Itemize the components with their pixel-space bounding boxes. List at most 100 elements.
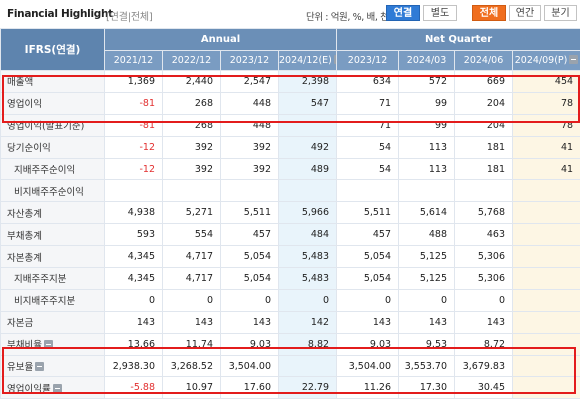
row-label-text: 지배주주지분 xyxy=(14,274,67,286)
table-cell: 0 xyxy=(220,288,279,312)
table-cell: 5,125 xyxy=(398,267,456,290)
table-cell: 5,054 xyxy=(336,267,400,290)
table-row: 부채총계 593 554 457 484 457 488 463 xyxy=(0,223,580,247)
row-label: 유보율 xyxy=(0,354,105,378)
table-row: 지배주주순이익 -12 392 392 489 54 113 181 41 xyxy=(0,157,580,181)
table-row: 유보율 2,938.30 3,268.52 3,504.00 3,504.00 3,553… xyxy=(0,354,580,378)
column-header: 2022/12 xyxy=(162,50,221,71)
table-cell: 3,553.70 xyxy=(398,354,456,378)
table-cell: 4,717 xyxy=(162,245,221,269)
table-cell xyxy=(220,179,279,203)
table-cell: -12 xyxy=(104,135,163,159)
table-cell: 71 xyxy=(336,91,400,115)
table-cell: 142 xyxy=(277,310,338,334)
table-cell: 4,717 xyxy=(162,267,221,290)
table-cell: 54 xyxy=(336,157,400,181)
table-cell: 0 xyxy=(398,288,456,312)
table-cell: 143 xyxy=(220,310,279,334)
row-label-text: 자본총계 xyxy=(7,252,42,264)
table-cell: 78 xyxy=(512,91,580,115)
table-cell: 4,938 xyxy=(104,201,163,225)
table-cell: 5,306 xyxy=(454,245,514,269)
table-cell: 488 xyxy=(398,223,456,247)
table-cell: 554 xyxy=(162,223,221,247)
row-label-text: 부채총계 xyxy=(7,230,42,242)
table-cell: 593 xyxy=(104,223,163,247)
ifrs-header: IFRS(연결) xyxy=(0,28,105,71)
info-icon[interactable] xyxy=(43,340,53,350)
table-cell: 5,966 xyxy=(277,201,338,225)
table-cell: 5,054 xyxy=(336,245,400,269)
row-label: 비지배주주순이익 xyxy=(0,179,105,203)
table-cell: 392 xyxy=(220,157,279,181)
table-cell xyxy=(512,267,580,290)
table-row: 영업이익(발표기준) -81 268 448 71 99 204 78 xyxy=(0,113,580,137)
table-cell: 2,440 xyxy=(162,70,221,93)
table-cell: 113 xyxy=(398,135,456,159)
table-cell xyxy=(512,223,580,247)
table-cell: 0 xyxy=(162,288,221,312)
annual-button[interactable]: 연간 xyxy=(509,5,541,21)
info-icon[interactable] xyxy=(35,362,45,372)
table-cell: 392 xyxy=(220,135,279,159)
quarter-button[interactable]: 분기 xyxy=(544,5,577,21)
table-cell xyxy=(162,179,221,203)
table-cell: 17.30 xyxy=(398,376,456,400)
table-cell: 2,547 xyxy=(220,70,279,93)
table-row: 자산총계 4,938 5,271 5,511 5,966 5,511 5,614 5,768 xyxy=(0,201,580,225)
table-cell: 8.72 xyxy=(454,332,514,356)
table-cell: 9.03 xyxy=(336,332,400,356)
table-cell: 669 xyxy=(454,70,514,93)
table-cell: 78 xyxy=(512,113,580,137)
table-cell: 143 xyxy=(104,310,163,334)
table-cell xyxy=(512,354,580,378)
table-cell: 5,054 xyxy=(220,267,279,290)
row-label-text: 매출액 xyxy=(7,77,34,89)
separate-button[interactable]: 별도 xyxy=(423,5,457,21)
row-label-text: 영업이익(발표기준) xyxy=(7,121,85,133)
table-cell xyxy=(277,113,338,137)
table-cell: 0 xyxy=(336,288,400,312)
table-cell xyxy=(512,179,580,203)
table-cell xyxy=(454,179,514,203)
table-cell xyxy=(277,179,338,203)
table-cell xyxy=(512,376,580,400)
table-cell xyxy=(512,201,580,225)
table-cell: 3,679.83 xyxy=(454,354,514,378)
table-cell: 572 xyxy=(398,70,456,93)
table-cell: 1,369 xyxy=(104,70,163,93)
row-label: 자본금 xyxy=(0,310,105,334)
table-cell: -12 xyxy=(104,157,163,181)
table-cell xyxy=(398,179,456,203)
table-cell xyxy=(336,179,400,203)
all-button[interactable]: 전체 xyxy=(472,5,506,21)
table-cell: 454 xyxy=(512,70,580,93)
table-cell: 99 xyxy=(398,113,456,137)
table-cell: 2,398 xyxy=(277,70,338,93)
row-label-text: 당기순이익 xyxy=(7,143,51,155)
table-cell: 143 xyxy=(336,310,400,334)
consolidated-button[interactable]: 연결 xyxy=(386,5,420,21)
row-label: 부채총계 xyxy=(0,223,105,247)
table-cell: 5,271 xyxy=(162,201,221,225)
table-cell: 54 xyxy=(336,135,400,159)
row-label-text: 비지배주주순이익 xyxy=(14,186,84,198)
table-cell xyxy=(512,288,580,312)
info-icon[interactable] xyxy=(52,383,62,393)
table-cell: 41 xyxy=(512,135,580,159)
table-cell: 5,306 xyxy=(454,267,514,290)
table-cell: 5,511 xyxy=(336,201,400,225)
table-cell: -81 xyxy=(104,113,163,137)
financial-highlight-header: Financial Highlight [연결|전체] 단위 : 억원, %, … xyxy=(0,0,580,27)
row-label-text: 지배주주순이익 xyxy=(14,165,76,176)
table-cell: 5,483 xyxy=(277,245,338,269)
column-header: 2023/12 xyxy=(220,50,279,71)
table-cell: 71 xyxy=(336,113,400,137)
table-row: 영업이익률 -5.88 10.97 17.60 22.79 11.26 17.30 30.45 xyxy=(0,376,580,400)
table-cell: 457 xyxy=(220,223,279,247)
row-label-text: 부채비율 xyxy=(7,340,42,352)
info-icon[interactable] xyxy=(569,55,579,64)
row-label: 부채비율 xyxy=(0,332,105,356)
column-header-label: 2024/09(P) xyxy=(514,55,568,66)
table-cell: 268 xyxy=(162,91,221,115)
